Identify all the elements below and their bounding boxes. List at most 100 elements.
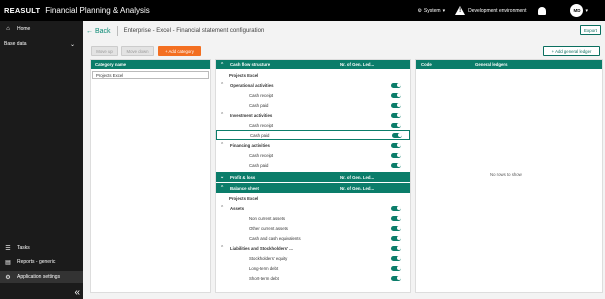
chevron-up-icon[interactable]: ⌃: [220, 205, 224, 211]
enabled-toggle[interactable]: [391, 235, 401, 241]
tree-row[interactable]: Cash and cash equivalents: [216, 233, 410, 243]
general-ledgers-column-header: General ledgers: [475, 62, 508, 67]
tree-row[interactable]: ⌃ Financing activities: [216, 140, 410, 150]
breadcrumb: Enterprise - Excel - Financial statement…: [123, 28, 265, 34]
enabled-toggle[interactable]: [391, 92, 401, 98]
tree-row-label: Cash receipt: [249, 92, 274, 98]
sidebar-item-tasks[interactable]: ☰ Tasks: [0, 242, 83, 254]
avatar[interactable]: MD: [570, 4, 584, 17]
gear-icon: ⚙: [5, 274, 11, 281]
tree-row[interactable]: Cash receipt: [216, 150, 410, 160]
tree-row[interactable]: Cash paid: [216, 130, 410, 140]
move-down-button[interactable]: Move down: [121, 46, 154, 56]
tree-row-label: Non current assets: [249, 215, 286, 221]
chevron-down-icon: ▾: [442, 7, 446, 14]
enabled-toggle[interactable]: [391, 162, 401, 168]
group-header-balance-sheet[interactable]: ⌃ Balance sheet Nr. of Gen. Led...: [216, 183, 410, 193]
tree-row-label: Cash paid: [250, 132, 270, 138]
tree-row-label: Liabilities and Stockholders' ...: [230, 245, 293, 251]
structure-panel: ⌃ Cash flow structure Nr. of Gen. Led...…: [215, 59, 411, 293]
enabled-toggle[interactable]: [391, 225, 401, 231]
chevron-up-icon[interactable]: ⌃: [220, 82, 224, 88]
tree-row[interactable]: Cash paid: [216, 100, 410, 110]
tree-row[interactable]: Other current assets: [216, 223, 410, 233]
code-column-header: Code: [421, 62, 432, 67]
enabled-toggle[interactable]: [391, 205, 401, 211]
chevron-up-icon: ⌃: [220, 61, 225, 68]
bell-icon[interactable]: [538, 6, 547, 15]
tree-row-label: Short-term debt: [249, 275, 279, 281]
chevron-down-icon: ⌄: [69, 41, 75, 48]
tree-row-label: Cash paid: [249, 162, 269, 168]
arrow-left-icon: ←: [86, 27, 93, 35]
warning-icon: !: [455, 6, 466, 15]
tree-row[interactable]: Non current assets: [216, 213, 410, 223]
enabled-toggle[interactable]: [391, 112, 401, 118]
chevron-down-icon[interactable]: ▾: [585, 8, 588, 14]
tree-row-label: Operational activities: [230, 82, 274, 88]
move-up-button[interactable]: Move up: [91, 46, 118, 56]
tree-row[interactable]: Cash paid: [216, 160, 410, 170]
chevron-up-icon[interactable]: ⌃: [220, 142, 224, 148]
sidebar-item-base-data[interactable]: Base data ⌄: [0, 38, 83, 50]
tree-row[interactable]: ⌃ Operational activities: [216, 80, 410, 90]
category-item[interactable]: Projects Excel: [92, 71, 209, 79]
sidebar-item-label: Base data: [4, 41, 27, 47]
enabled-toggle[interactable]: [391, 275, 401, 281]
tree-row-label: Projects Excel: [229, 195, 259, 201]
enabled-toggle[interactable]: [391, 82, 401, 88]
sidebar-item-reports[interactable]: ▤ Reports - generic: [0, 256, 83, 268]
tree-row[interactable]: ⌃ Liabilities and Stockholders' ...: [216, 243, 410, 253]
tree-row[interactable]: Cash receipt: [216, 90, 410, 100]
tree-row-label: Stockholders' equity: [249, 255, 288, 261]
enabled-toggle[interactable]: [392, 132, 402, 138]
sidebar-item-label: Tasks: [17, 245, 30, 251]
home-icon: ⌂: [6, 26, 10, 32]
category-header: Category name: [91, 60, 210, 69]
tree-row[interactable]: Long-term debt: [216, 263, 410, 273]
chevron-up-icon: ⌃: [220, 185, 225, 191]
group-header-cash-flow[interactable]: ⌃ Cash flow structure Nr. of Gen. Led...: [216, 60, 410, 69]
reports-icon: ▤: [5, 259, 11, 266]
sidebar-item-label: Reports - generic: [17, 259, 56, 265]
enabled-toggle[interactable]: [391, 122, 401, 128]
enabled-toggle[interactable]: [391, 102, 401, 108]
back-button[interactable]: ← Back: [86, 28, 111, 35]
enabled-toggle[interactable]: [391, 215, 401, 221]
group-header-profit-loss[interactable]: ⌄ Profit & loss Nr. of Gen. Led...: [216, 172, 410, 182]
tree-row-label: Cash receipt: [249, 152, 274, 158]
sidebar-item-application-settings[interactable]: ⚙ Application settings: [0, 271, 83, 283]
enabled-toggle[interactable]: [391, 255, 401, 261]
tree-row[interactable]: Projects Excel: [216, 193, 410, 203]
tree-row-label: Long-term debt: [249, 265, 279, 271]
category-panel: Category name Projects Excel: [90, 59, 211, 293]
tree-row-label: Projects Excel: [229, 72, 259, 78]
enabled-toggle[interactable]: [391, 152, 401, 158]
divider: [116, 26, 118, 36]
sidebar: ⌂ Home Base data ⌄ ☰ Tasks ▤ Reports - g…: [0, 21, 83, 299]
tasks-icon: ☰: [5, 245, 11, 252]
tree-row[interactable]: ⌃ Investment activities: [216, 110, 410, 120]
sidebar-item-home[interactable]: ⌂ Home: [0, 23, 83, 35]
empty-state: No rows to show: [490, 172, 522, 177]
enabled-toggle[interactable]: [391, 245, 401, 251]
page-header: ← Back Enterprise - Excel - Financial st…: [86, 24, 264, 38]
system-menu[interactable]: ⚙ System ▾: [417, 8, 445, 14]
chevron-up-icon[interactable]: ⌃: [220, 112, 224, 118]
tree-row-label: Cash and cash equivalents: [249, 235, 301, 241]
tree-row[interactable]: Projects Excel: [216, 70, 410, 80]
tree-row-label: Cash paid: [249, 102, 269, 108]
collapse-sidebar-icon[interactable]: «: [74, 287, 80, 298]
add-category-button[interactable]: + Add category: [158, 46, 201, 56]
tree-row-label: Cash receipt: [249, 122, 274, 128]
chevron-up-icon[interactable]: ⌃: [220, 245, 224, 251]
add-general-ledger-button[interactable]: + Add general ledger: [543, 46, 600, 56]
tree-row[interactable]: ⌃ Assets: [216, 203, 410, 213]
tree-row-label: Investment activities: [230, 112, 273, 118]
tree-row[interactable]: Short-term debt: [216, 273, 410, 283]
enabled-toggle[interactable]: [391, 142, 401, 148]
enabled-toggle[interactable]: [391, 265, 401, 271]
tree-row[interactable]: Stockholders' equity: [216, 253, 410, 263]
export-button[interactable]: Export: [580, 25, 601, 35]
tree-row[interactable]: Cash receipt: [216, 120, 410, 130]
